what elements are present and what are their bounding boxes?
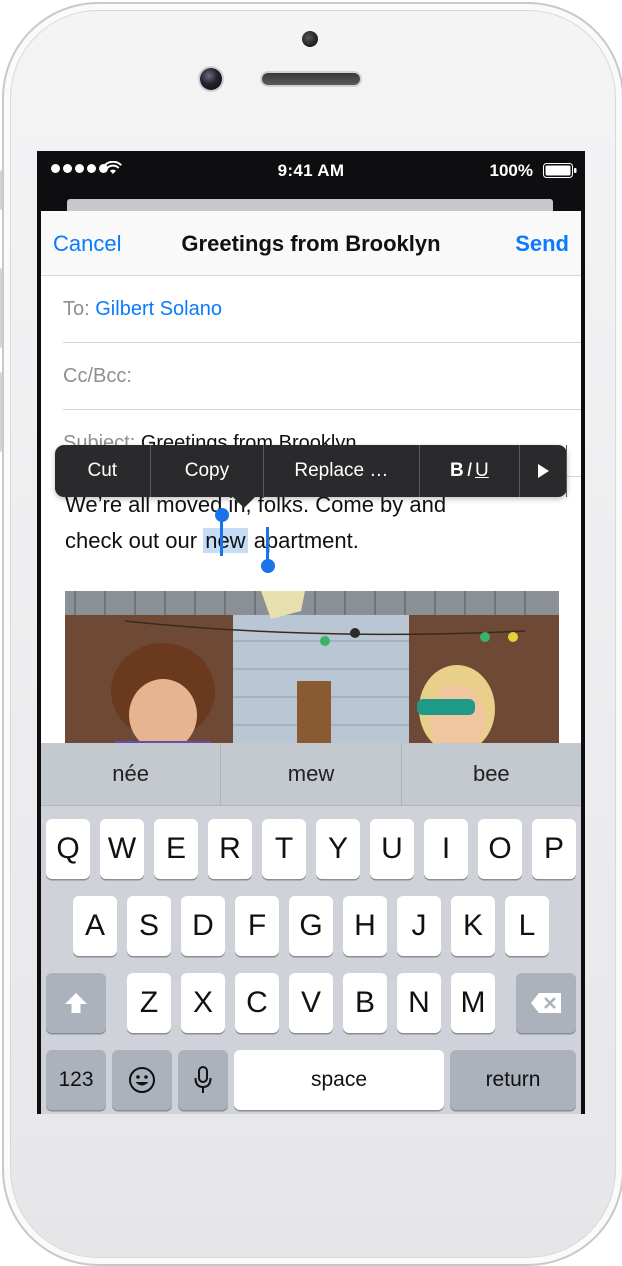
key-m[interactable]: M — [451, 973, 495, 1033]
key-y[interactable]: Y — [316, 819, 360, 879]
front-camera — [200, 68, 222, 90]
key-u[interactable]: U — [370, 819, 414, 879]
key-q[interactable]: Q — [46, 819, 90, 879]
selection-start-bar — [220, 520, 223, 556]
key-n[interactable]: N — [397, 973, 441, 1033]
status-bar: 9:41 AM 100% — [37, 151, 585, 191]
key-d[interactable]: D — [181, 896, 225, 956]
cc-bcc-label: Cc/Bcc: — [63, 365, 132, 387]
cut-menu-item[interactable]: Cut — [55, 445, 151, 497]
key-h[interactable]: H — [343, 896, 387, 956]
selection-end-bar — [266, 527, 269, 563]
recipient-token[interactable]: Gilbert Solano — [95, 298, 222, 320]
key-r[interactable]: R — [208, 819, 252, 879]
phone-screen: 9:41 AM 100% Cancel Greetings from Brook… — [37, 151, 585, 1114]
replace-menu-item[interactable]: Replace … — [264, 445, 420, 497]
space-key[interactable]: space — [234, 1050, 444, 1110]
key-b[interactable]: B — [343, 973, 387, 1033]
suggestion-1[interactable]: née — [41, 743, 222, 805]
attached-photo[interactable] — [65, 591, 559, 751]
key-x[interactable]: X — [181, 973, 225, 1033]
suggestion-2[interactable]: mew — [221, 743, 402, 805]
proximity-sensor — [302, 31, 318, 47]
suggestion-3[interactable]: bee — [402, 743, 581, 805]
suggestion-bar: née mew bee — [41, 743, 581, 806]
key-i[interactable]: I — [424, 819, 468, 879]
key-v[interactable]: V — [289, 973, 333, 1033]
key-w[interactable]: W — [100, 819, 144, 879]
cc-bcc-field[interactable]: Cc/Bcc: — [63, 343, 581, 410]
body-text-after-selection: apartment. — [253, 528, 359, 553]
underline-label: U — [475, 460, 489, 481]
to-field[interactable]: To: Gilbert Solano — [63, 276, 581, 343]
keyboard: née mew bee Q W E R T Y U I O P A S D F … — [41, 743, 581, 1114]
copy-menu-item[interactable]: Copy — [151, 445, 265, 497]
key-l[interactable]: L — [505, 896, 549, 956]
edit-menu-pointer — [233, 497, 255, 508]
italic-label: I — [466, 460, 473, 481]
return-key[interactable]: return — [450, 1050, 576, 1110]
shift-key[interactable] — [46, 973, 106, 1033]
compose-title: Greetings from Brooklyn — [181, 231, 441, 256]
battery-icon — [543, 163, 577, 178]
compose-nav-bar: Cancel Greetings from Brooklyn Send — [41, 211, 581, 276]
earpiece-speaker — [262, 73, 360, 85]
key-c[interactable]: C — [235, 973, 279, 1033]
send-button[interactable]: Send — [515, 231, 569, 257]
key-o[interactable]: O — [478, 819, 522, 879]
selected-text[interactable]: new — [203, 528, 248, 553]
delete-key[interactable] — [516, 973, 576, 1033]
bold-label: B — [450, 460, 464, 481]
numbers-key[interactable]: 123 — [46, 1050, 106, 1110]
more-menu-arrow-icon[interactable] — [520, 445, 567, 497]
format-menu-item[interactable]: B I U — [420, 445, 521, 497]
key-f[interactable]: F — [235, 896, 279, 956]
emoji-icon — [129, 1067, 155, 1093]
shift-arrow-icon — [65, 993, 87, 1013]
edit-menu: Cut Copy Replace … B I U — [55, 445, 567, 508]
key-k[interactable]: K — [451, 896, 495, 956]
body-text-before-selection: check out our — [65, 528, 198, 553]
battery-percentage: 100% — [489, 161, 533, 180]
body-line-2: check out our new apartment. — [65, 523, 565, 559]
microphone-icon — [194, 1066, 212, 1093]
key-z[interactable]: Z — [127, 973, 171, 1033]
to-label: To: — [63, 298, 90, 320]
key-p[interactable]: P — [532, 819, 576, 879]
backspace-icon — [531, 993, 561, 1013]
key-s[interactable]: S — [127, 896, 171, 956]
key-t[interactable]: T — [262, 819, 306, 879]
message-body[interactable]: We’re all moved in, folks. Come by and c… — [65, 487, 565, 559]
key-g[interactable]: G — [289, 896, 333, 956]
selection-end-handle[interactable] — [261, 559, 275, 573]
key-e[interactable]: E — [154, 819, 198, 879]
key-a[interactable]: A — [73, 896, 117, 956]
dictation-key[interactable] — [178, 1050, 228, 1110]
emoji-key[interactable] — [112, 1050, 172, 1110]
key-j[interactable]: J — [397, 896, 441, 956]
